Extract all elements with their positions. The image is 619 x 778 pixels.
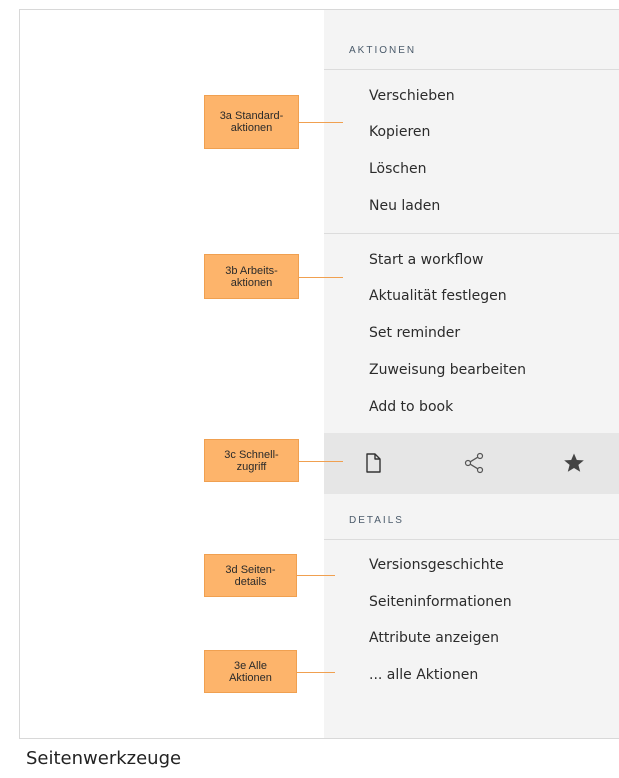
action-edit-assignment[interactable]: Zuweisung bearbeiten — [369, 362, 526, 378]
callout-all-actions-line1: 3e Alle — [233, 659, 268, 672]
callout-standard-actions-line1: 3a Standard- — [219, 110, 284, 122]
standard-work-divider — [324, 233, 619, 234]
callout-quick-access-connector — [299, 461, 343, 462]
callout-page-details-line2: details — [234, 575, 267, 588]
callout-all-actions-connector — [297, 672, 335, 673]
detail-version-history[interactable]: Versionsgeschichte — [369, 557, 504, 573]
callout-work-actions-line1: 3b Arbeits- — [225, 264, 278, 277]
callout-quick-access-line2: zugriff — [236, 460, 267, 473]
action-set-expiry[interactable]: Aktualität festlegen — [369, 288, 507, 304]
callout-standard-actions: 3a Standard- aktionen — [204, 95, 299, 149]
callout-page-details-connector — [297, 575, 335, 576]
actions-divider — [324, 69, 619, 70]
action-copy[interactable]: Kopieren — [369, 124, 430, 140]
action-move[interactable]: Verschieben — [369, 88, 455, 104]
action-add-to-book[interactable]: Add to book — [369, 399, 453, 415]
action-set-reminder[interactable]: Set reminder — [369, 325, 460, 341]
callout-page-details-line1: 3d Seiten- — [225, 563, 276, 576]
star-icon[interactable] — [562, 451, 586, 475]
callout-all-actions: 3e Alle Aktionen — [204, 650, 297, 693]
callout-work-actions: 3b Arbeits- aktionen — [204, 254, 299, 299]
callout-standard-actions-connector — [299, 122, 343, 123]
callout-standard-actions-line2: aktionen — [230, 122, 273, 134]
page-icon[interactable] — [361, 451, 385, 475]
action-delete[interactable]: Löschen — [369, 161, 426, 177]
action-reload[interactable]: Neu laden — [369, 198, 440, 214]
callout-all-actions-line2: Aktionen — [229, 671, 272, 684]
callout-page-details: 3d Seiten- details — [204, 554, 297, 597]
detail-show-attributes[interactable]: Attribute anzeigen — [369, 630, 499, 646]
detail-page-information[interactable]: Seiteninformationen — [369, 594, 512, 610]
details-heading: DETAILS — [349, 515, 404, 526]
image-caption: Seitenwerkzeuge — [26, 748, 182, 769]
callout-work-actions-line2: aktionen — [230, 276, 273, 289]
callout-work-actions-connector — [299, 277, 343, 278]
callout-quick-access: 3c Schnell- zugriff — [204, 439, 299, 482]
actions-heading: AKTIONEN — [349, 45, 417, 56]
detail-all-actions[interactable]: ... alle Aktionen — [369, 667, 478, 683]
action-start-workflow[interactable]: Start a workflow — [369, 252, 483, 268]
quick-access-bar — [324, 433, 619, 494]
callout-quick-access-line1: 3c Schnell- — [224, 448, 279, 461]
share-icon[interactable] — [462, 451, 486, 475]
details-divider — [324, 539, 619, 540]
